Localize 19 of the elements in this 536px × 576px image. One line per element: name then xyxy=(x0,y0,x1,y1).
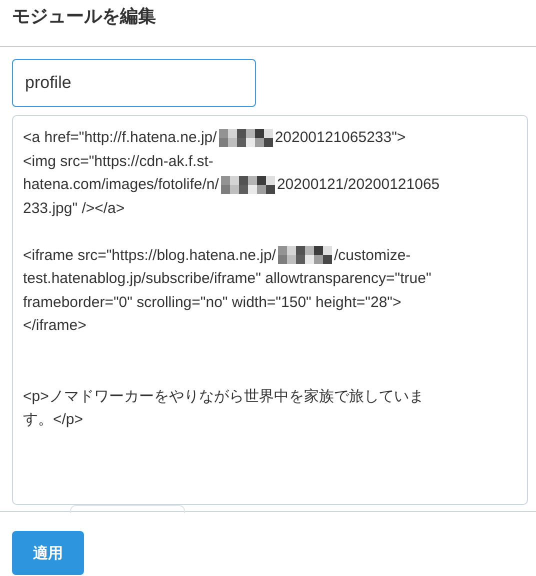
code-text: hatena.com/images/fotolife/n/ xyxy=(23,175,219,195)
redacted-mosaic xyxy=(218,128,274,147)
redacted-mosaic xyxy=(220,176,276,194)
code-text: 233.jpg" /></a> xyxy=(23,198,125,218)
redacted-mosaic xyxy=(276,246,333,264)
name-input-field[interactable]: profile xyxy=(12,59,256,107)
code-text: <p>ノマドワーカーをやりながら世界中を家族で旅していま xyxy=(23,386,424,406)
code-text: frameborder="0" scrolling="no" width="150" height="28"> xyxy=(23,292,402,312)
code-text: <iframe src="https://blog.hatena.ne.jp/ xyxy=(23,246,276,266)
dialog-title: モジュールを編集 xyxy=(12,6,156,26)
code-text: test.hatenablog.jp/subscribe/iframe" allowtransparency="true" xyxy=(23,269,432,289)
content-text-area[interactable] xyxy=(12,115,528,505)
code-text: /customize- xyxy=(334,246,411,266)
code-text: <img src="https://cdn-ak.f.st- xyxy=(23,152,214,172)
code-text: す。</p> xyxy=(23,410,84,430)
code-text: <a href="http://f.hatena.ne.jp/ xyxy=(23,128,217,148)
code-text: 20200121/20200121065 xyxy=(276,175,440,195)
code-text: </iframe> xyxy=(23,316,86,336)
code-text: 20200121065233"> xyxy=(274,128,406,148)
